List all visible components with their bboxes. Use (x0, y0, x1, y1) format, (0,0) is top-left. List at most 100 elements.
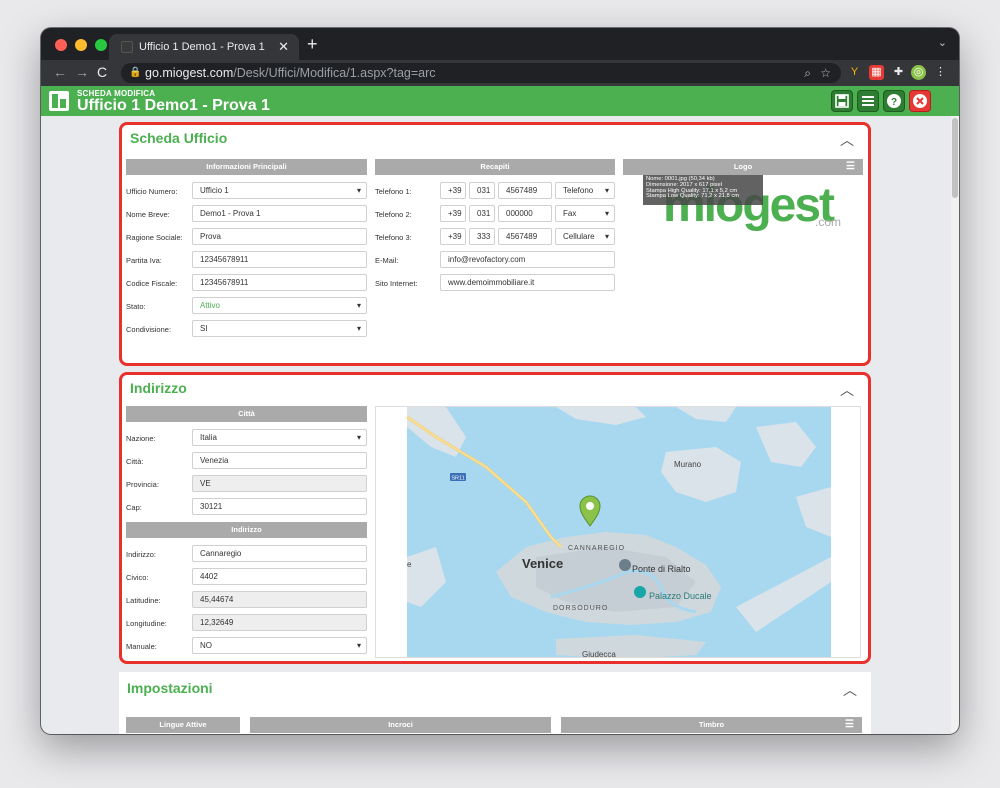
help-button[interactable]: ? (883, 90, 905, 112)
stato-select[interactable]: Attivo (192, 297, 367, 314)
extension-fork-icon[interactable]: Y (847, 65, 862, 80)
phone2-prefix-input[interactable]: +39 (440, 205, 466, 222)
save-button[interactable] (831, 90, 853, 112)
scrollbar-thumb[interactable] (952, 118, 958, 198)
logo-header-label: Logo (733, 162, 753, 171)
page-content: Scheda Ufficio ︿ Informazioni Principali… (41, 116, 951, 734)
field-label: Latitudine: (126, 596, 161, 605)
close-tab-icon[interactable]: ✕ (278, 39, 289, 55)
timbro-header-label: Timbro (698, 720, 725, 729)
citta-input[interactable]: Venezia (192, 452, 367, 469)
logo-header: Logo ☰ (623, 159, 863, 175)
latitudine-field: 45,44674 (192, 591, 367, 608)
collapse-chevron-icon[interactable]: ︿ (840, 380, 854, 400)
ufficio-numero-select[interactable]: Ufficio 1 (192, 182, 367, 199)
close-button[interactable] (909, 90, 931, 112)
indirizzo-input[interactable]: Cannaregio (192, 545, 367, 562)
address-bar[interactable]: 🔒 go.miogest.com/Desk/Uffici/Modifica/1.… (121, 63, 841, 83)
recapiti-header: Recapiti (375, 159, 615, 175)
codice-fiscale-input[interactable]: 12345678911 (192, 274, 367, 291)
logo-menu-icon[interactable]: ☰ (846, 159, 855, 175)
phone3-prefix-input[interactable]: +39 (440, 228, 466, 245)
back-button[interactable]: ← (53, 64, 67, 80)
collapse-chevron-icon[interactable]: ︿ (843, 680, 857, 700)
map-label-giudecca: Giudecca (582, 650, 616, 658)
map-label-murano: Murano (674, 460, 702, 469)
zoom-icon[interactable]: ⌕ (804, 63, 811, 83)
civico-input[interactable]: 4402 (192, 568, 367, 585)
field-label: Città: (126, 457, 144, 466)
profile-avatar[interactable]: ◎ (911, 65, 926, 80)
collapse-chevron-icon[interactable]: ︿ (840, 130, 854, 150)
map-label-rialto: Ponte di Rialto (632, 564, 691, 574)
map-view[interactable]: SR11 Murano CANNAREGIO Venice Ponte di R… (375, 406, 861, 658)
phone1-area-input[interactable]: 031 (469, 182, 495, 199)
field-label: Longitudine: (126, 619, 167, 628)
cap-input[interactable]: 30121 (192, 498, 367, 515)
phone2-area-input[interactable]: 031 (469, 205, 495, 222)
tab-bar: Ufficio 1 Demo1 - Prova 1 ✕ + ⌄ (41, 28, 959, 60)
field-label: Indirizzo: (126, 550, 157, 559)
field-label: Telefono 1: (375, 187, 412, 196)
field-label: Manuale: (126, 642, 157, 651)
field-label: Stato: (126, 302, 146, 311)
website-input[interactable]: www.demoimmobiliare.it (440, 274, 615, 291)
manuale-select[interactable]: NO (192, 637, 367, 654)
extension-calendar-icon[interactable]: ▦ (869, 65, 884, 80)
extensions-puzzle-icon[interactable]: ✚ (891, 65, 906, 80)
maximize-window-button[interactable] (95, 39, 107, 51)
field-label: Cap: (126, 503, 142, 512)
minimize-window-button[interactable] (75, 39, 87, 51)
section-title: Impostazioni (127, 680, 213, 696)
page-scrollbar[interactable] (951, 116, 959, 734)
hamburger-icon (862, 96, 874, 106)
field-label: Ufficio Numero: (126, 187, 178, 196)
partita-iva-input[interactable]: 12345678911 (192, 251, 367, 268)
phone3-area-input[interactable]: 333 (469, 228, 495, 245)
tab-search-chevron-icon[interactable]: ⌄ (938, 36, 947, 49)
indirizzo-header: Indirizzo (126, 522, 367, 538)
field-label: Condivisione: (126, 325, 172, 334)
phone1-number-input[interactable]: 4567489 (498, 182, 552, 199)
phone2-type-select[interactable]: Fax (555, 205, 615, 222)
rialto-poi-icon[interactable] (619, 559, 631, 571)
nazione-select[interactable]: Italia (192, 429, 367, 446)
floppy-disk-icon (835, 94, 849, 108)
menu-button[interactable] (857, 90, 879, 112)
browser-tab[interactable]: Ufficio 1 Demo1 - Prova 1 ✕ (109, 34, 299, 60)
ragione-sociale-input[interactable]: Prova (192, 228, 367, 245)
browser-menu-icon[interactable]: ⋮ (933, 65, 948, 80)
condivisione-select[interactable]: SI (192, 320, 367, 337)
field-label: Telefono 2: (375, 210, 412, 219)
citta-header: Città (126, 406, 367, 422)
map-label-cannaregio: CANNAREGIO (568, 545, 625, 552)
nome-breve-input[interactable]: Demo1 - Prova 1 (192, 205, 367, 222)
phone1-prefix-input[interactable]: +39 (440, 182, 466, 199)
logo-com-text: .com (815, 215, 842, 229)
reload-button[interactable]: C (97, 64, 107, 80)
phone3-number-input[interactable]: 4567489 (498, 228, 552, 245)
phone3-type-select[interactable]: Cellulare (555, 228, 615, 245)
phone1-type-select[interactable]: Telefono (555, 182, 615, 199)
bookmark-star-icon[interactable]: ☆ (820, 63, 831, 83)
url-text: go.miogest.com/Desk/Uffici/Modifica/1.as… (145, 66, 436, 80)
field-label: Provincia: (126, 480, 159, 489)
venice-map[interactable]: SR11 Murano CANNAREGIO Venice Ponte di R… (376, 407, 861, 658)
tab-favicon-icon (121, 41, 133, 53)
timbro-header: Timbro ☰ (561, 717, 862, 733)
new-tab-button[interactable]: + (307, 34, 318, 54)
map-label-edge: e (407, 560, 412, 569)
logo-image[interactable]: miogest .com Nome: 0001.jpg (50,34 kb) D… (643, 175, 843, 237)
close-window-button[interactable] (55, 39, 67, 51)
timbro-menu-icon[interactable]: ☰ (845, 717, 854, 733)
help-question-icon: ? (887, 94, 901, 108)
section-title: Scheda Ufficio (130, 130, 228, 146)
provincia-field: VE (192, 475, 367, 492)
info-principali-header: Informazioni Principali (126, 159, 367, 175)
field-label: Telefono 3: (375, 233, 412, 242)
ducale-poi-icon[interactable] (634, 586, 646, 598)
forward-button[interactable]: → (75, 64, 89, 80)
section-indirizzo: Indirizzo ︿ Città Nazione: Italia Città:… (119, 372, 871, 664)
email-input[interactable]: info@revofactory.com (440, 251, 615, 268)
phone2-number-input[interactable]: 000000 (498, 205, 552, 222)
